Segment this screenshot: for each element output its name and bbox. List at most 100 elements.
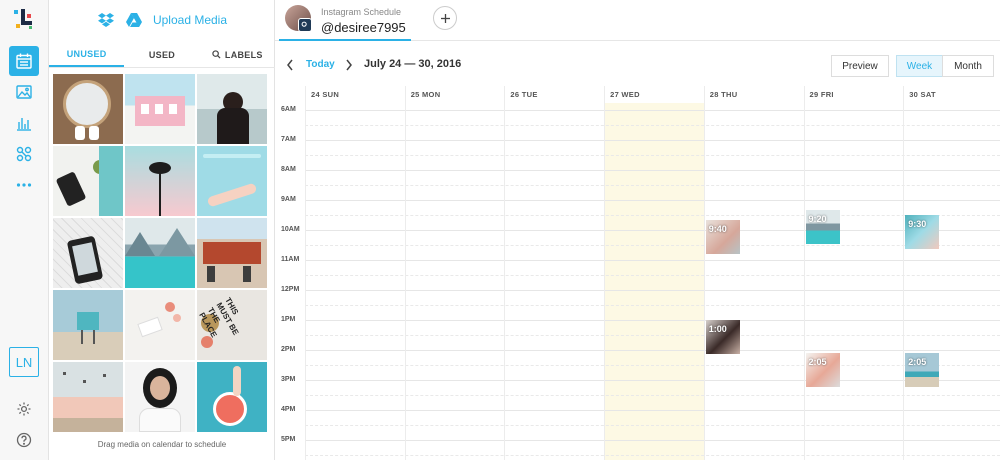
- hour-line: [305, 440, 1000, 441]
- half-hour-line: [305, 365, 1000, 366]
- media-thumbnail[interactable]: [53, 146, 123, 216]
- gear-icon: [17, 402, 31, 416]
- day-column-divider: [903, 86, 905, 460]
- hour-label: 11AM: [281, 256, 300, 263]
- week-view-button[interactable]: Week: [896, 55, 943, 77]
- rail-media-button[interactable]: [9, 77, 39, 107]
- scheduled-post[interactable]: 2:05: [805, 352, 840, 387]
- scheduled-post[interactable]: 9:20: [805, 210, 840, 244]
- scheduled-post[interactable]: 9:40: [705, 220, 740, 254]
- rail-more-button[interactable]: [9, 170, 39, 200]
- media-thumbnail[interactable]: [197, 218, 267, 288]
- help-icon: [16, 432, 32, 448]
- hour-label: 7AM: [281, 136, 296, 143]
- half-hour-line: [305, 245, 1000, 246]
- half-hour-line: [305, 215, 1000, 216]
- hour-line: [305, 230, 1000, 231]
- image-icon: [16, 85, 32, 99]
- tab-labels[interactable]: LABELS: [200, 42, 275, 67]
- plus-icon: [440, 13, 450, 23]
- rail-settings-button[interactable]: [9, 394, 39, 424]
- media-thumbnail[interactable]: [197, 146, 267, 216]
- half-hour-line: [305, 455, 1000, 456]
- account-subtitle: Instagram Schedule: [321, 7, 402, 17]
- calendar-toolbar: Today July 24 — 30, 2016 Preview Week Mo…: [275, 42, 1000, 86]
- post-time: 2:05: [808, 356, 827, 367]
- google-drive-icon[interactable]: [125, 11, 143, 29]
- day-header: 24 SUN: [311, 90, 340, 99]
- brand-logo-icon[interactable]: [12, 7, 36, 31]
- rail-help-button[interactable]: [9, 425, 39, 455]
- media-thumbnail[interactable]: [53, 218, 123, 288]
- media-thumbnail[interactable]: [125, 74, 195, 144]
- day-header: 30 SAT: [909, 90, 936, 99]
- preview-button[interactable]: Preview: [831, 55, 889, 77]
- rail-analytics-button[interactable]: [9, 108, 39, 138]
- media-thumbnail[interactable]: [53, 74, 123, 144]
- day-column-divider: [305, 86, 306, 460]
- hour-label: 10AM: [281, 226, 300, 233]
- account-name: @desiree7995: [321, 20, 406, 35]
- day-header: 29 FRI: [809, 90, 834, 99]
- hour-line: [305, 170, 1000, 171]
- day-column-divider: [703, 86, 705, 460]
- user-avatar-badge[interactable]: LN: [9, 347, 39, 377]
- day-column-divider: [803, 86, 805, 460]
- hour-line: [305, 110, 1000, 111]
- media-thumbnail[interactable]: [197, 74, 267, 144]
- hour-label: 8AM: [281, 166, 296, 173]
- date-range-label: July 24 — 30, 2016: [364, 58, 462, 70]
- half-hour-line: [305, 335, 1000, 336]
- upload-row: Upload Media: [49, 0, 275, 40]
- dropbox-icon[interactable]: [97, 11, 115, 29]
- media-thumbnail[interactable]: [125, 146, 195, 216]
- scheduled-post[interactable]: 1:00: [705, 320, 740, 354]
- today-button[interactable]: Today: [306, 59, 335, 70]
- scheduled-post[interactable]: 2:05: [905, 352, 940, 387]
- header: Instagram Schedule @desiree7995: [275, 0, 1000, 41]
- post-time: 2:05: [908, 356, 927, 367]
- chevron-left-icon[interactable]: [286, 59, 294, 71]
- search-icon: [212, 50, 221, 59]
- half-hour-line: [305, 425, 1000, 426]
- tab-labels-text: LABELS: [224, 49, 263, 60]
- hour-label: 6AM: [281, 106, 296, 113]
- add-account-button[interactable]: [433, 6, 457, 30]
- day-header: 26 TUE: [510, 90, 538, 99]
- left-rail: LN: [0, 0, 49, 460]
- hour-label: 4PM: [281, 406, 296, 413]
- month-view-button[interactable]: Month: [942, 55, 994, 77]
- hour-label: 1PM: [281, 316, 296, 323]
- hour-line: [305, 320, 1000, 321]
- hour-label: 2PM: [281, 346, 296, 353]
- chevron-right-icon[interactable]: [345, 59, 353, 71]
- app: LN Upload Media UNUSED USED LABELS THIS …: [0, 0, 1000, 460]
- hour-line: [305, 140, 1000, 141]
- scheduled-post[interactable]: 9:30: [905, 215, 940, 249]
- tab-used[interactable]: USED: [124, 42, 199, 67]
- day-column-divider: [604, 86, 606, 460]
- rail-calendar-button[interactable]: [9, 46, 39, 76]
- media-thumbnail[interactable]: [53, 290, 123, 360]
- hour-line: [305, 290, 1000, 291]
- post-time: 9:40: [708, 224, 727, 234]
- upload-media-button[interactable]: Upload Media: [153, 13, 227, 27]
- day-header: 25 MON: [410, 90, 441, 99]
- media-thumbnail[interactable]: [125, 290, 195, 360]
- media-thumbnail[interactable]: [197, 362, 267, 432]
- media-thumbnail[interactable]: [125, 362, 195, 432]
- post-time: 9:20: [808, 214, 827, 224]
- half-hour-line: [305, 125, 1000, 126]
- hour-label: 12PM: [281, 286, 300, 293]
- account-tab[interactable]: Instagram Schedule @desiree7995: [279, 3, 411, 41]
- media-thumbnail[interactable]: THIS MUST BE THE PLACE: [197, 290, 267, 360]
- hour-label: 3PM: [281, 376, 296, 383]
- media-thumbnail[interactable]: [53, 362, 123, 432]
- week-calendar: 6AM 7AM 8AM 9AM 10AM 11AM 12PM 1PM 2PM 3PM 4PM 5PM 2…: [275, 86, 1000, 460]
- tab-unused[interactable]: UNUSED: [49, 42, 125, 67]
- hour-line: [305, 380, 1000, 381]
- rail-network-button[interactable]: [9, 139, 39, 169]
- half-hour-line: [305, 185, 1000, 186]
- day-column-divider: [404, 86, 406, 460]
- media-thumbnail[interactable]: [125, 218, 195, 288]
